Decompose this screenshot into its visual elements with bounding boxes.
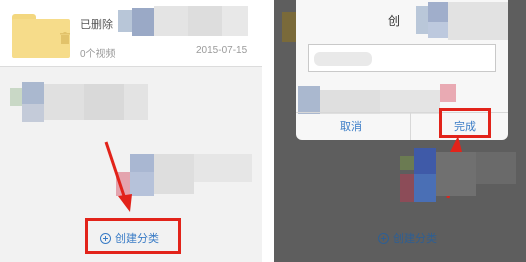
create-category-dialog: 创 取消 完成 xyxy=(296,0,508,140)
category-list-screen: 已删除 0个视频 2015-07-15 创建分类 xyxy=(0,0,262,262)
red-arrow-annotation xyxy=(104,141,132,212)
folder-video-count: 0个视频 xyxy=(80,49,116,60)
trash-icon xyxy=(60,32,70,44)
highlight-box xyxy=(85,218,181,254)
folder-name: 已删除 xyxy=(80,19,113,31)
cancel-button[interactable]: 取消 xyxy=(340,118,362,134)
blurred-region xyxy=(400,148,516,204)
background-folder xyxy=(282,12,296,42)
panel-separator xyxy=(262,0,274,262)
folder-icon xyxy=(12,14,70,58)
dialog-title: 创 xyxy=(388,14,401,28)
blurred-region xyxy=(10,82,148,122)
create-category-button[interactable]: 创建分类 xyxy=(378,230,437,246)
blurred-region xyxy=(118,4,248,36)
create-category-dialog-screen: 创 取消 完成 创建分类 xyxy=(274,0,526,262)
folder-date: 2015-07-15 xyxy=(196,45,248,56)
divider xyxy=(0,66,262,67)
blurred-region xyxy=(314,48,372,70)
plus-circle-icon xyxy=(378,232,389,244)
blurred-region xyxy=(416,2,508,40)
dialog-button-divider xyxy=(410,112,411,140)
create-category-label: 创建分类 xyxy=(393,233,437,245)
folder-item-deleted[interactable]: 已删除 0个视频 2015-07-15 xyxy=(0,0,262,66)
